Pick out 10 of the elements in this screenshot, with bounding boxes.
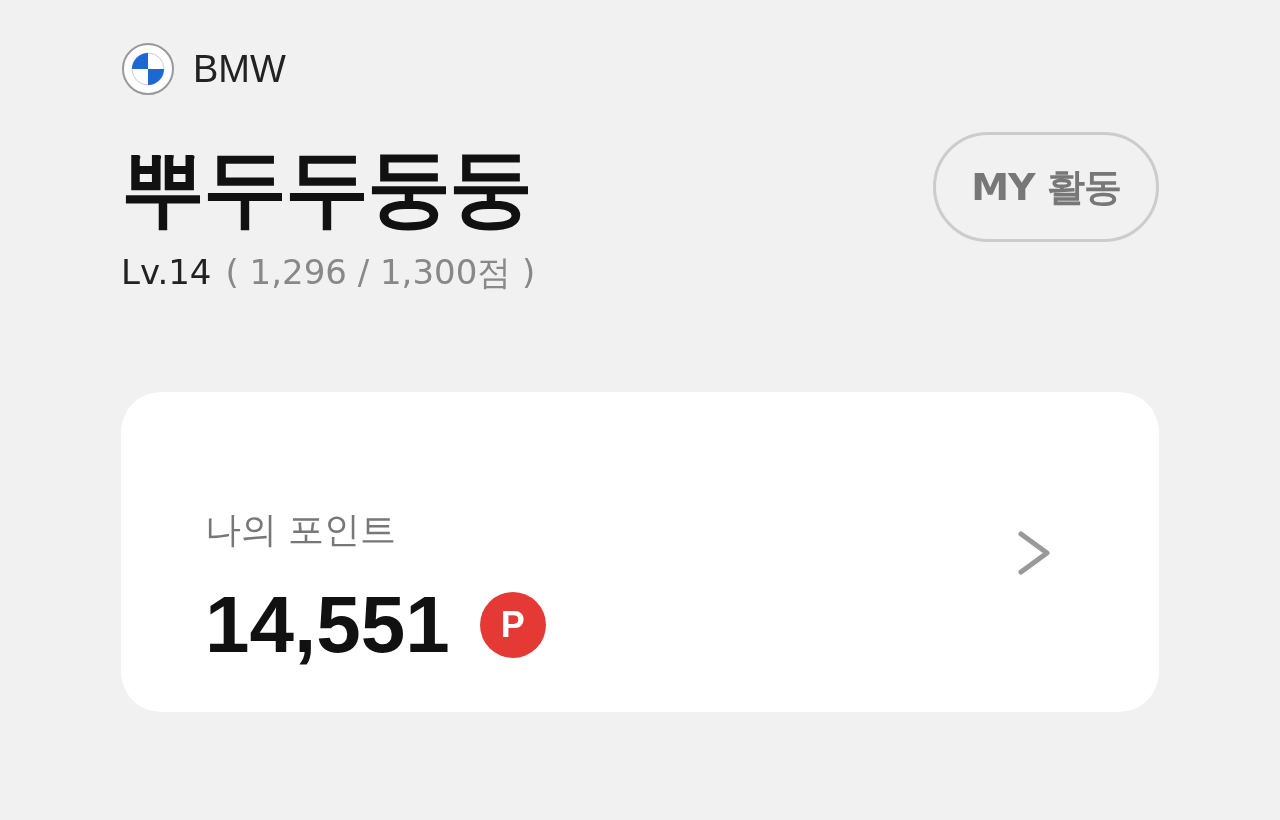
chevron-right-icon (1017, 530, 1051, 576)
points-label: 나의 포인트 (205, 507, 398, 552)
nickname: 뿌두두둥둥 (121, 138, 531, 238)
point-badge: P (479, 591, 546, 658)
brand-name: BMW (193, 47, 286, 91)
activity-button[interactable]: MY 활동 (933, 132, 1159, 242)
logo-icon (121, 42, 175, 96)
points-card[interactable]: 나의 포인트 14,551 P (121, 392, 1159, 712)
points-value: 14,551 (205, 578, 450, 671)
level-text: Lv.14 (121, 252, 212, 292)
